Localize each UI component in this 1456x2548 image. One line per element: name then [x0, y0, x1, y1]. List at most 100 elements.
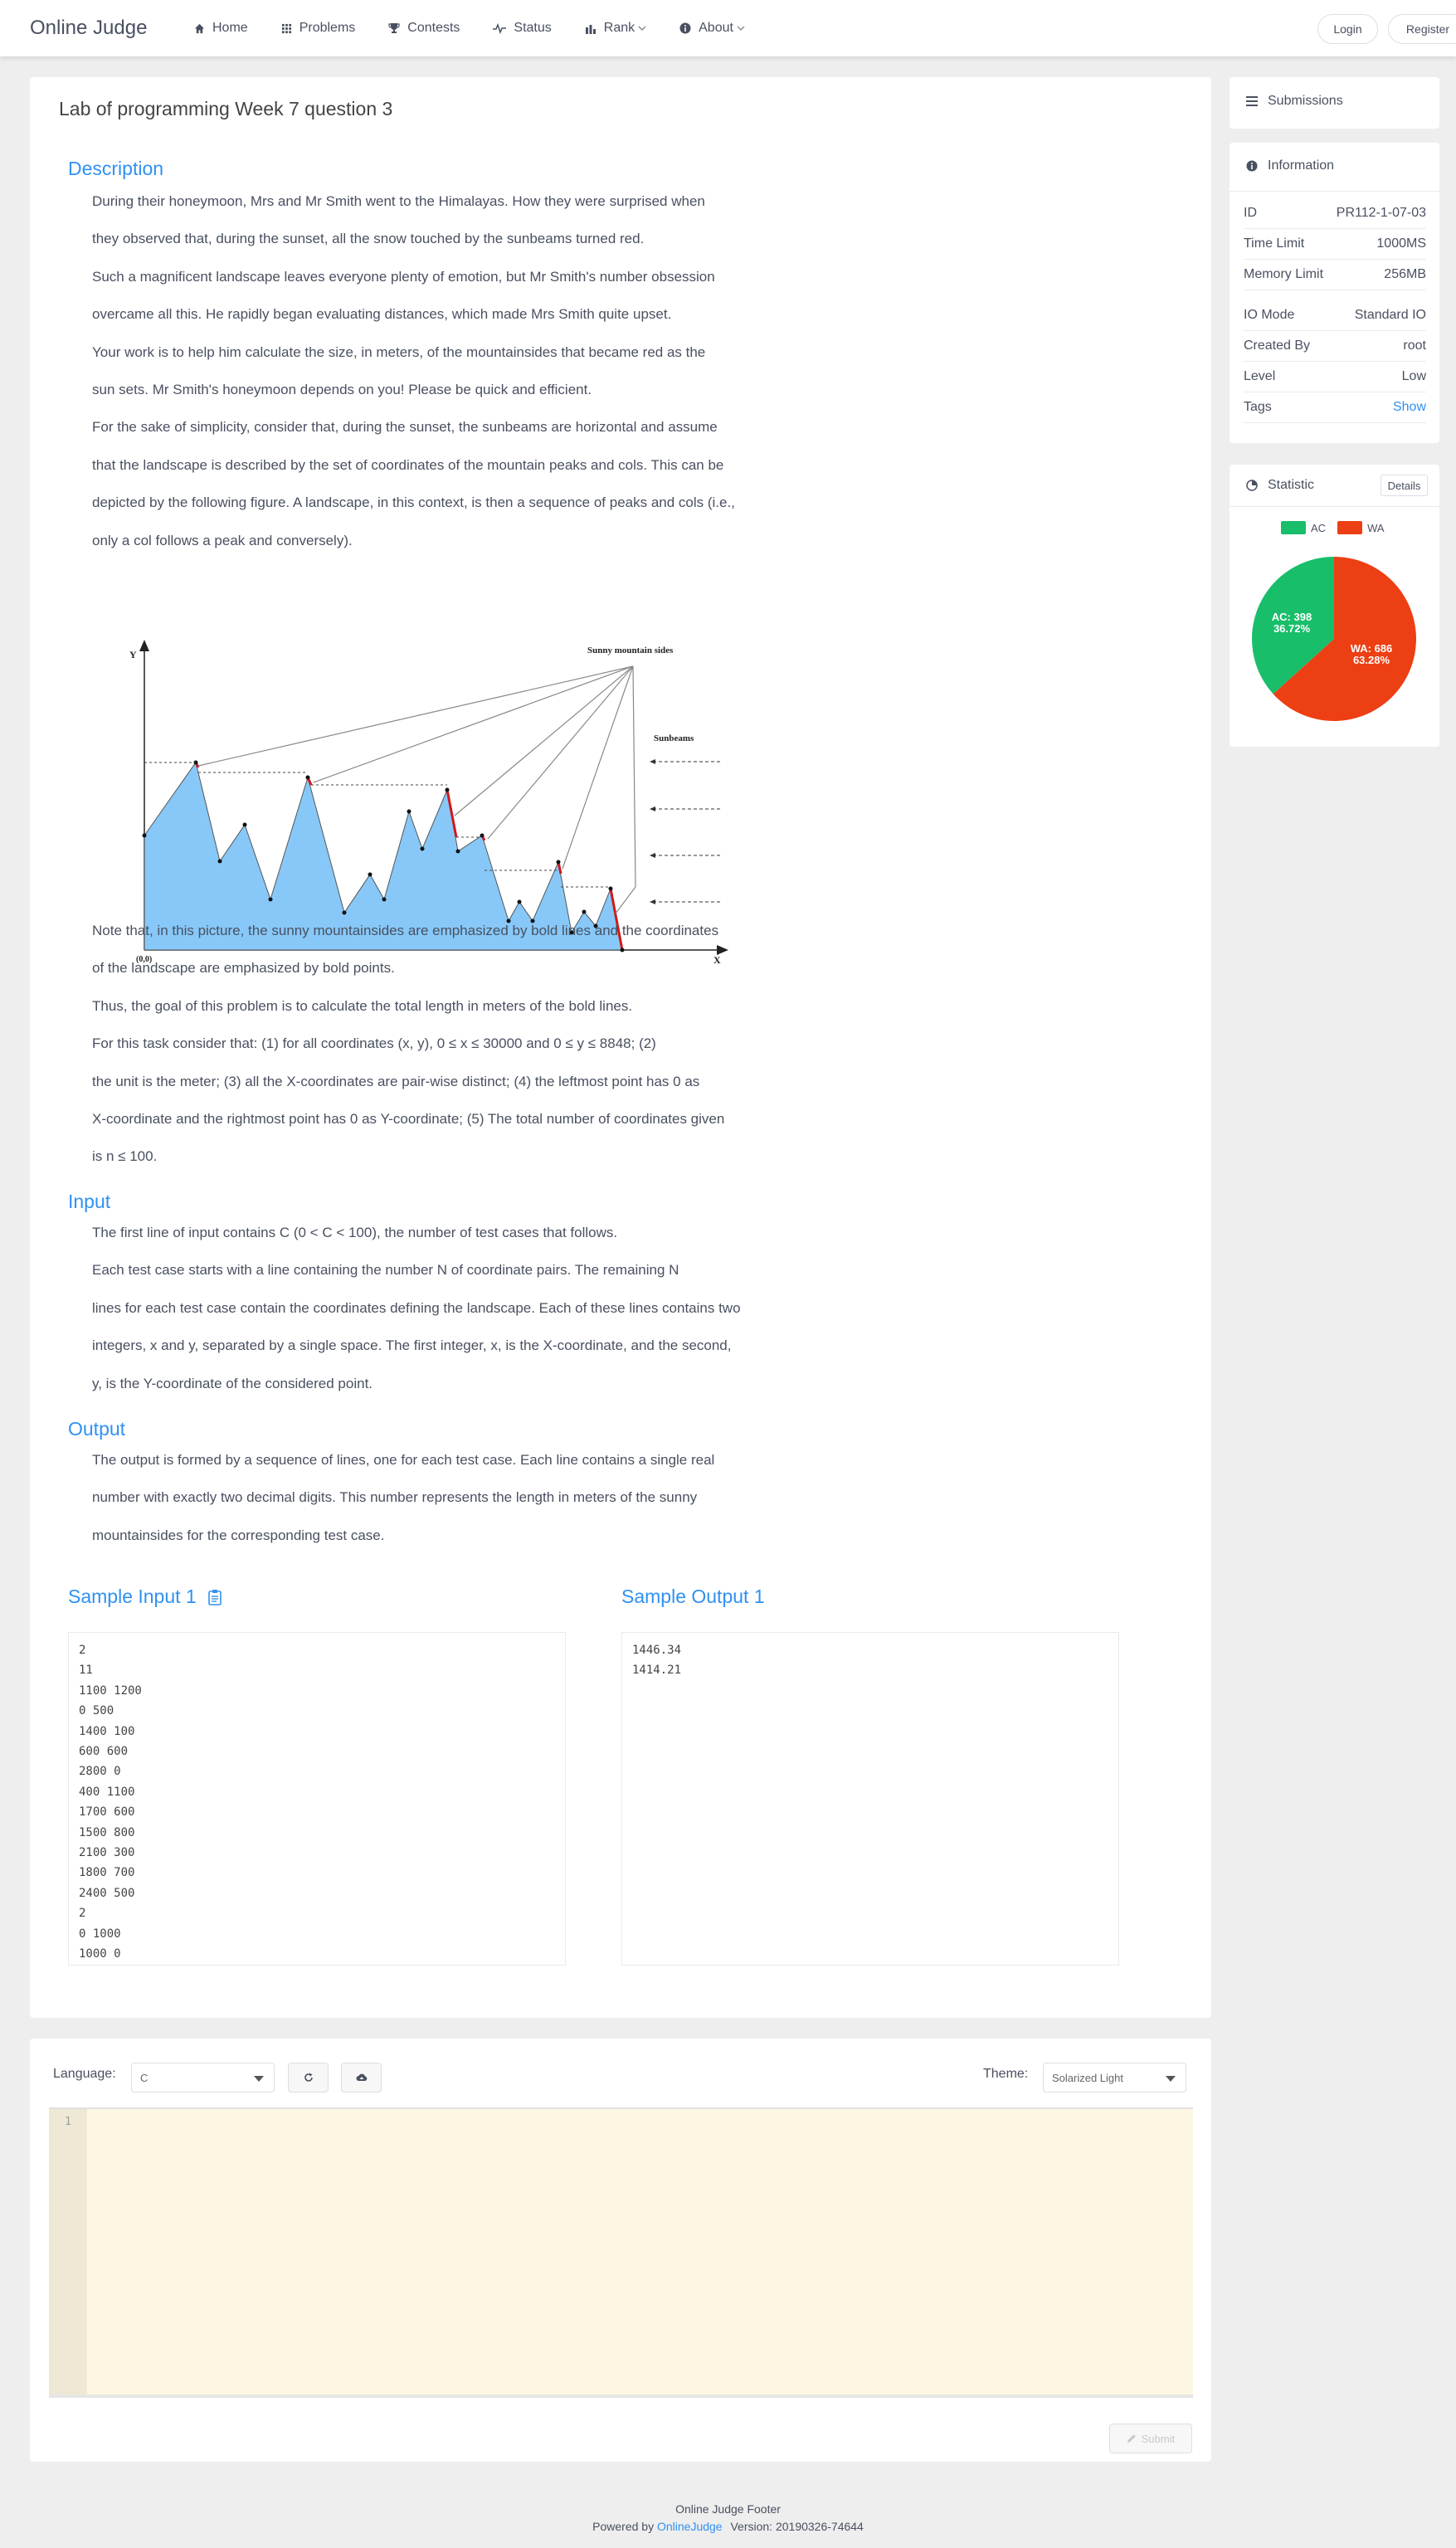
footer-powered: Powered by OnlineJudge Version: 20190326… — [0, 2520, 1456, 2533]
home-icon — [194, 23, 205, 33]
submissions-link[interactable]: Submissions — [1246, 94, 1343, 109]
description-line: For this task consider that: (1) for all… — [92, 1035, 656, 1052]
nav-rank[interactable]: Rank — [568, 0, 663, 56]
output-title: Output — [68, 1418, 126, 1440]
top-navbar: Online Judge Home Problems Contests Stat… — [0, 0, 1456, 56]
pencil-icon — [1127, 2434, 1136, 2443]
submissions-card[interactable]: Submissions — [1230, 77, 1439, 129]
pie-label-ac: AC: 398 — [1272, 611, 1312, 623]
sample-input-line: 1800 700 — [79, 1866, 135, 1880]
upload-code-button[interactable] — [341, 2063, 382, 2092]
main-nav: Home Problems Contests Status Rank About — [178, 0, 762, 56]
description-line: sun sets. Mr Smith's honeymoon depends o… — [92, 382, 592, 398]
site-logo[interactable]: Online Judge — [30, 17, 147, 40]
input-line: integers, x and y, separated by a single… — [92, 1337, 732, 1354]
language-select[interactable]: C — [131, 2063, 275, 2092]
sample-input-line: 2100 300 — [79, 1846, 135, 1860]
login-button[interactable]: Login — [1317, 14, 1378, 44]
info-value: Low — [1401, 369, 1426, 383]
sample-input-line: 2 — [79, 1644, 86, 1657]
nav-home[interactable]: Home — [178, 0, 265, 56]
nav-about-label: About — [699, 21, 733, 35]
info-row-tags: Tags Show — [1244, 392, 1426, 423]
trophy-icon — [388, 23, 400, 33]
info-row-memory-limit: Memory Limit 256MB — [1244, 260, 1426, 290]
nav-status-label: Status — [514, 21, 552, 35]
bar-chart-icon — [585, 24, 596, 34]
sample-input-line: 1000 0 — [79, 1947, 121, 1961]
input-text: The first line of input contains C (0 < … — [92, 1214, 839, 1402]
legend-ac-label: AC — [1311, 521, 1327, 534]
submit-button[interactable]: Submit — [1109, 2424, 1192, 2453]
problem-card: Lab of programming Week 7 question 3 Des… — [30, 77, 1211, 2018]
submissions-label: Submissions — [1268, 94, 1343, 108]
sample-input-line: 2 — [79, 1907, 86, 1921]
divider — [1230, 506, 1439, 507]
statistic-label: Statistic — [1268, 478, 1315, 492]
info-key: IO Mode — [1244, 308, 1295, 322]
description-line: Such a magnificent landscape leaves ever… — [92, 268, 715, 285]
legend-ac-swatch[interactable] — [1281, 521, 1306, 534]
sample-input-line: 1500 800 — [79, 1825, 135, 1839]
sample-input-line: 0 1000 — [79, 1927, 121, 1941]
description-line: of the landscape are emphasized by bold … — [92, 960, 395, 977]
sunbeam-arrows — [650, 759, 720, 904]
register-button[interactable]: Register — [1388, 14, 1456, 44]
info-value: root — [1403, 339, 1426, 353]
input-line: The first line of input contains C (0 < … — [92, 1225, 618, 1240]
sample-input-line: 11 — [79, 1664, 93, 1678]
info-row-time-limit: Time Limit 1000MS — [1244, 229, 1426, 260]
description-line: For the sake of simplicity, consider tha… — [92, 419, 718, 436]
tags-show-link[interactable]: Show — [1393, 400, 1426, 415]
info-row-io-mode: IO Mode Standard IO — [1244, 300, 1426, 331]
sample-input-box[interactable]: 2 11 1100 1200 0 500 1400 100 600 600 28… — [68, 1632, 566, 1966]
sample-input-line: 1100 1200 — [79, 1683, 142, 1698]
clipboard-icon[interactable] — [207, 1589, 222, 1605]
information-label: Information — [1268, 158, 1335, 173]
nav-problems[interactable]: Problems — [265, 0, 373, 56]
divider — [1230, 191, 1439, 192]
footer-version: Version: 20190326-74644 — [730, 2520, 864, 2533]
chevron-down-icon — [254, 2076, 264, 2082]
info-key: Tags — [1244, 400, 1272, 414]
description-line: Thus, the goal of this problem is to cal… — [92, 997, 633, 1014]
theme-select[interactable]: Solarized Light — [1043, 2063, 1186, 2092]
info-value: Standard IO — [1354, 308, 1426, 322]
legend-wa-label: WA — [1367, 521, 1385, 534]
chevron-down-icon — [1166, 2076, 1176, 2082]
theme-label: Theme: — [983, 2067, 1029, 2081]
nav-about[interactable]: About — [663, 0, 762, 56]
chart-legend: AC WA — [1281, 521, 1385, 534]
language-label: Language: — [53, 2067, 116, 2081]
refresh-icon — [304, 2073, 313, 2082]
pie-label-wa: WA: 686 — [1351, 642, 1393, 655]
footer-powered-by: Powered by — [592, 2520, 655, 2533]
sample-input-label: Sample Input 1 — [68, 1586, 197, 1607]
input-line: y, is the Y-coordinate of the considered… — [92, 1375, 373, 1391]
nav-contests[interactable]: Contests — [372, 0, 476, 56]
ac-wa-pie-chart: AC: 398 36.72% WA: 686 63.28% — [1252, 557, 1416, 721]
output-line: number with exactly two decimal digits. … — [92, 1489, 698, 1506]
description-line: X-coordinate and the rightmost point has… — [92, 1111, 725, 1128]
description-line: depicted by the following figure. A land… — [92, 494, 735, 511]
details-button[interactable]: Details — [1381, 475, 1428, 496]
footer-link[interactable]: OnlineJudge — [657, 2520, 723, 2533]
code-editor[interactable]: 1 — [49, 2107, 1193, 2398]
submit-label: Submit — [1141, 2432, 1176, 2445]
reset-code-button[interactable] — [288, 2063, 329, 2092]
info-icon — [1246, 160, 1258, 172]
info-value: 1000MS — [1376, 236, 1426, 251]
description-line: they observed that, during the sunset, a… — [92, 231, 645, 247]
output-line: The output is formed by a sequence of li… — [92, 1452, 715, 1468]
description-line: is n ≤ 100. — [92, 1148, 158, 1165]
statistic-header: Statistic — [1246, 478, 1314, 493]
nav-status[interactable]: Status — [476, 0, 567, 56]
sample-output-box[interactable]: 1446.34 1414.21 — [621, 1632, 1119, 1966]
nav-problems-label: Problems — [299, 21, 356, 35]
nav-contests-label: Contests — [407, 21, 460, 35]
legend-wa-swatch[interactable] — [1337, 521, 1363, 534]
description-line: the unit is the meter; (3) all the X-coo… — [92, 1073, 700, 1089]
figure-sunbeams-label: Sunbeams — [654, 733, 694, 743]
description-line: that the landscape is described by the s… — [92, 456, 724, 473]
sample-output-line: 1446.34 — [632, 1644, 682, 1657]
